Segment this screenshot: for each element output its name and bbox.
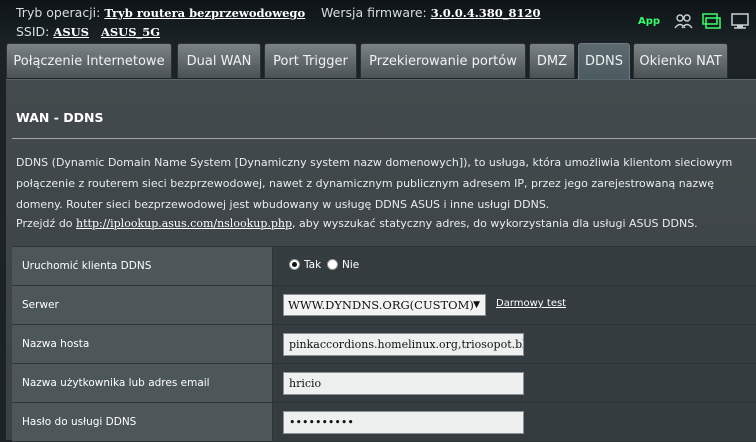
tab-port-trigger[interactable]: Port Trigger (264, 43, 357, 78)
ssid-2g-link[interactable]: ASUS (53, 25, 89, 39)
ssid-row: SSID: ASUS ASUS_5G (16, 24, 168, 39)
firmware-label: Wersja firmware: (321, 5, 427, 20)
tab-ddns[interactable]: DDNS (578, 43, 630, 80)
operation-mode-link[interactable]: Tryb routera bezprzewodowego (104, 6, 305, 20)
enable-yes-label: Tak (304, 259, 322, 271)
form-row-enable: Uruchomić klienta DDNS Tak Nie (12, 246, 756, 286)
ddns-panel: WAN - DDNS DDNS (Dynamic Domain Name Sys… (6, 79, 756, 442)
clients-icon[interactable] (672, 12, 694, 30)
title-divider (12, 138, 756, 139)
app-icon[interactable]: App (638, 16, 660, 27)
form-row-username: Nazwa użytkownika lub adres email hricio (12, 364, 756, 403)
hint-suffix: , aby wyszukać statyczny adres, do wykor… (292, 217, 698, 230)
hint-prefix: Przejdź do (16, 217, 73, 230)
username-label: Nazwa użytkownika lub adres email (12, 364, 273, 402)
page-title: WAN - DDNS (16, 110, 104, 125)
server-label: Serwer (12, 286, 273, 324)
password-input[interactable]: •••••••••• (283, 411, 524, 434)
enable-no-radio[interactable] (327, 259, 338, 270)
usb-device-icon[interactable] (700, 12, 722, 30)
password-value: •••••••••• (273, 403, 756, 441)
tab-dual-wan[interactable]: Dual WAN (177, 43, 261, 78)
ssid-5g-link[interactable]: ASUS_5G (101, 25, 160, 39)
ssid-label: SSID: (16, 24, 50, 39)
tab-port-forwarding[interactable]: Przekierowanie portów (360, 43, 526, 78)
iplookup-link[interactable]: http://iplookup.asus.com/nslookup.php (76, 217, 292, 230)
hostname-label: Nazwa hosta (12, 325, 273, 363)
enable-ddns-label: Uruchomić klienta DDNS (12, 247, 273, 285)
form-row-hostname: Nazwa hosta pinkaccordions.homelinux.org… (12, 325, 756, 364)
firmware-link[interactable]: 3.0.0.4.380_8120 (431, 6, 541, 20)
status-icons: App (638, 8, 756, 32)
username-value: hricio (273, 364, 756, 402)
page-description: DDNS (Dynamic Domain Name System [Dynami… (16, 156, 733, 211)
password-label: Hasło do usługi DDNS (12, 403, 273, 441)
hostname-value: pinkaccordions.homelinux.org,triosopot.b… (273, 325, 756, 363)
network-status-icon[interactable] (730, 12, 752, 30)
form-row-password: Hasło do usługi DDNS •••••••••• (12, 403, 756, 442)
tab-dmz[interactable]: DMZ (529, 43, 575, 78)
enable-no-label: Nie (342, 259, 360, 271)
tab-nat-passthrough[interactable]: Okienko NAT (633, 43, 728, 78)
enable-yes-radio[interactable] (289, 259, 300, 270)
enable-ddns-value: Tak Nie (273, 247, 756, 285)
server-select-value: WWW.DYNDNS.ORG(CUSTOM) (288, 298, 474, 312)
free-trial-link[interactable]: Darmowy test (496, 298, 566, 309)
tab-internet-connection[interactable]: Połączenie Internetowe (6, 43, 172, 78)
operation-mode-label: Tryb operacji: (16, 5, 101, 20)
form-row-server: Serwer WWW.DYNDNS.ORG(CUSTOM) ▼ Darmowy … (12, 286, 756, 325)
hostname-input[interactable]: pinkaccordions.homelinux.org,triosopot.b… (283, 333, 524, 356)
operation-mode-row: Tryb operacji: Tryb routera bezprzewodow… (16, 5, 541, 20)
server-select[interactable]: WWW.DYNDNS.ORG(CUSTOM) ▼ (283, 294, 486, 316)
ddns-form: Uruchomić klienta DDNS Tak Nie Serwer WW… (12, 246, 756, 442)
username-input[interactable]: hricio (283, 372, 524, 395)
top-header: Tryb operacji: Tryb routera bezprzewodow… (0, 0, 756, 42)
iplookup-hint: Przejdź do http://iplookup.asus.com/nslo… (16, 217, 698, 230)
server-value: WWW.DYNDNS.ORG(CUSTOM) ▼ Darmowy test (273, 286, 756, 324)
chevron-down-icon: ▼ (473, 300, 480, 310)
